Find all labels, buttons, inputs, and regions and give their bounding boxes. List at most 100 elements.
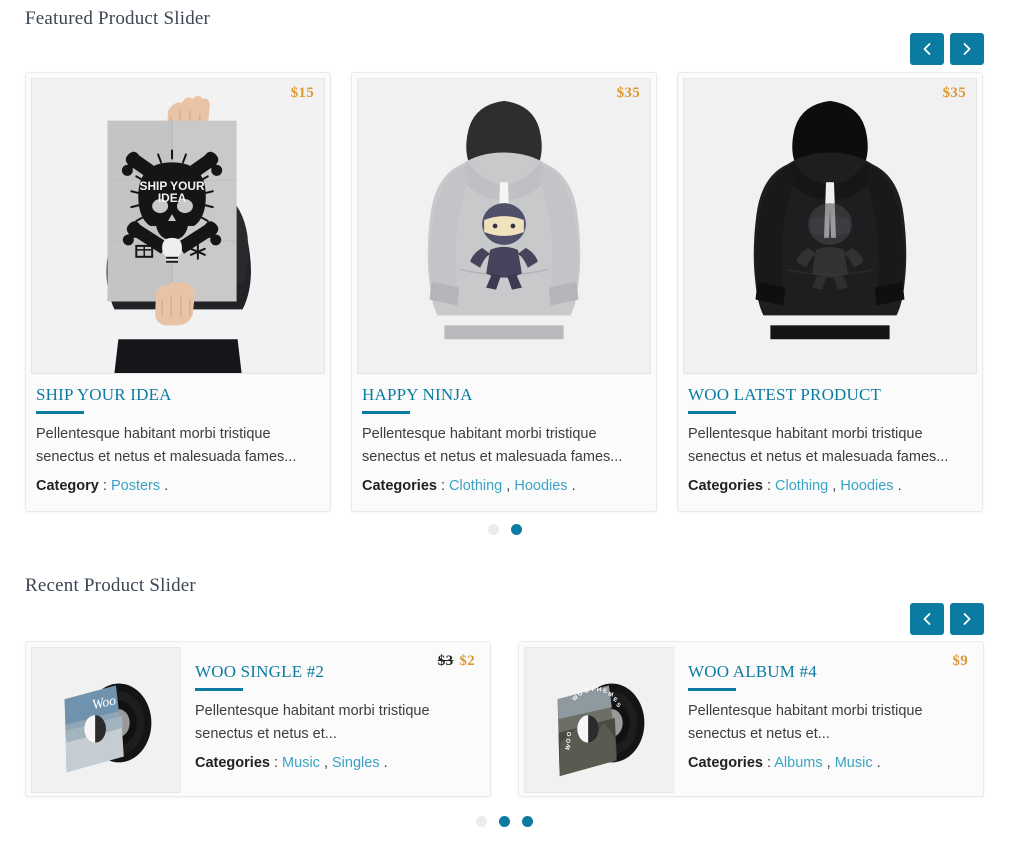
sale-price: $2 xyxy=(459,653,475,669)
category-link[interactable]: Clothing xyxy=(449,478,502,494)
category-label: Categories xyxy=(688,477,763,494)
product-price: $9 xyxy=(952,653,968,670)
product-image-grey-hoodie[interactable]: $35 xyxy=(357,78,651,374)
featured-product-list: SHIP YOUR IDEA $15 SHIP YOUR IDEA Pellen… xyxy=(25,72,984,513)
product-categories: Categories : Albums , Music . xyxy=(688,753,964,775)
product-title[interactable]: WOO SINGLE #2 xyxy=(195,662,471,682)
product-details: WOO LATEST PRODUCT Pellentesque habitant… xyxy=(683,374,977,511)
vinyl-record-woo-artwork: Woo xyxy=(32,648,180,792)
title-underline xyxy=(195,687,243,691)
featured-slider-heading: Featured Product Slider xyxy=(25,8,211,29)
recent-product-card[interactable]: W O O T H E M E S W O O $9 WOO ALBUM #4 … xyxy=(518,641,984,797)
product-image-woo-album[interactable]: W O O T H E M E S W O O xyxy=(524,647,674,793)
product-categories: Category : Posters . xyxy=(36,476,320,498)
category-link[interactable]: Posters xyxy=(111,478,160,494)
pagination-dot[interactable] xyxy=(522,816,533,827)
colon-separator: : xyxy=(762,754,775,771)
period-separator: . xyxy=(872,754,881,771)
featured-nav-group xyxy=(910,33,984,65)
category-label: Category xyxy=(36,477,99,494)
recent-pagination-dots xyxy=(0,816,1009,827)
product-details: SHIP YOUR IDEA Pellentesque habitant mor… xyxy=(31,374,325,511)
period-separator: . xyxy=(893,477,902,494)
recent-product-list: Woo $3 $2 WOO SINGLE #2 Pellentesque habi… xyxy=(25,641,984,797)
product-sliders-page: Featured Product Slider SHIP YOUR IDEA $… xyxy=(0,0,1009,861)
sale-price: $9 xyxy=(952,653,968,669)
chevron-left-icon xyxy=(923,613,931,625)
product-categories: Categories : Clothing , Hoodies . xyxy=(688,476,972,498)
original-price: $3 xyxy=(437,653,454,669)
ship-your-idea-poster-artwork: SHIP YOUR IDEA xyxy=(32,79,324,373)
featured-prev-button[interactable] xyxy=(910,33,944,65)
category-link[interactable]: Music xyxy=(282,755,320,771)
category-link[interactable]: Singles xyxy=(332,755,380,771)
product-image-poster[interactable]: SHIP YOUR IDEA $15 xyxy=(31,78,325,374)
chevron-left-icon xyxy=(923,43,931,55)
product-price: $35 xyxy=(616,85,640,101)
product-image-black-hoodie[interactable]: $35 xyxy=(683,78,977,374)
featured-product-card[interactable]: $35 HAPPY NINJA Pellentesque habitant mo… xyxy=(351,72,657,513)
title-underline xyxy=(362,410,410,414)
product-image-woo-single[interactable]: Woo xyxy=(31,647,181,793)
product-description: Pellentesque habitant morbi tristique se… xyxy=(688,425,949,466)
category-link[interactable]: Albums xyxy=(774,755,822,771)
comma-separator: , xyxy=(502,477,515,494)
grey-hoodie-artwork xyxy=(358,79,650,373)
product-description: Pellentesque habitant morbi tristique se… xyxy=(195,702,430,743)
svg-text:IDEA: IDEA xyxy=(158,191,187,205)
title-underline xyxy=(688,410,736,414)
svg-text:H: H xyxy=(597,687,601,693)
colon-separator: : xyxy=(436,477,450,494)
chevron-right-icon xyxy=(963,613,971,625)
recent-next-button[interactable] xyxy=(950,603,984,635)
pagination-dot[interactable] xyxy=(487,524,499,535)
title-underline xyxy=(688,687,736,691)
category-label: Categories xyxy=(362,477,437,494)
pagination-dot[interactable] xyxy=(510,524,522,535)
product-price: $3 $2 xyxy=(438,653,475,670)
product-price: $15 xyxy=(290,85,314,101)
recent-nav-group xyxy=(910,603,984,635)
category-link[interactable]: Hoodies xyxy=(514,478,567,494)
colon-separator: : xyxy=(269,754,283,771)
pagination-dot[interactable] xyxy=(499,816,510,827)
category-link[interactable]: Music xyxy=(835,755,873,771)
comma-separator: , xyxy=(319,754,333,771)
product-title[interactable]: WOO ALBUM #4 xyxy=(688,662,964,682)
product-title[interactable]: WOO LATEST PRODUCT xyxy=(688,385,972,405)
colon-separator: : xyxy=(762,477,776,494)
black-hoodie-artwork xyxy=(684,79,976,373)
colon-separator: : xyxy=(98,477,111,494)
category-link[interactable]: Hoodies xyxy=(840,478,893,494)
chevron-right-icon xyxy=(963,43,971,55)
vinyl-record-woothemes-artwork: W O O T H E M E S W O O xyxy=(525,648,673,792)
product-description: Pellentesque habitant morbi tristique se… xyxy=(362,425,623,466)
featured-next-button[interactable] xyxy=(950,33,984,65)
product-details: $3 $2 WOO SINGLE #2 Pellentesque habitant… xyxy=(181,647,485,791)
title-underline xyxy=(36,410,84,414)
product-description: Pellentesque habitant morbi tristique se… xyxy=(36,425,297,466)
category-link[interactable]: Clothing xyxy=(775,478,828,494)
product-details: HAPPY NINJA Pellentesque habitant morbi … xyxy=(357,374,651,511)
period-separator: . xyxy=(567,477,576,494)
pagination-dot[interactable] xyxy=(476,816,487,827)
product-categories: Categories : Music , Singles . xyxy=(195,753,471,775)
period-separator: . xyxy=(379,754,388,771)
recent-slider-heading: Recent Product Slider xyxy=(25,575,196,596)
product-title[interactable]: SHIP YOUR IDEA xyxy=(36,385,320,405)
product-details: $9 WOO ALBUM #4 Pellentesque habitant mo… xyxy=(674,647,978,791)
product-categories: Categories : Clothing , Hoodies . xyxy=(362,476,646,498)
comma-separator: , xyxy=(822,754,835,771)
category-label: Categories xyxy=(688,754,763,771)
featured-pagination-dots xyxy=(0,524,1009,535)
recent-product-card[interactable]: Woo $3 $2 WOO SINGLE #2 Pellentesque habi… xyxy=(25,641,491,797)
featured-product-card[interactable]: $35 WOO LATEST PRODUCT Pellentesque habi… xyxy=(677,72,983,513)
product-price: $35 xyxy=(942,85,966,101)
product-description: Pellentesque habitant morbi tristique se… xyxy=(688,702,923,743)
period-separator: . xyxy=(160,477,169,494)
featured-product-card[interactable]: SHIP YOUR IDEA $15 SHIP YOUR IDEA Pellen… xyxy=(25,72,331,513)
category-label: Categories xyxy=(195,754,270,771)
recent-prev-button[interactable] xyxy=(910,603,944,635)
product-title[interactable]: HAPPY NINJA xyxy=(362,385,646,405)
comma-separator: , xyxy=(828,477,841,494)
